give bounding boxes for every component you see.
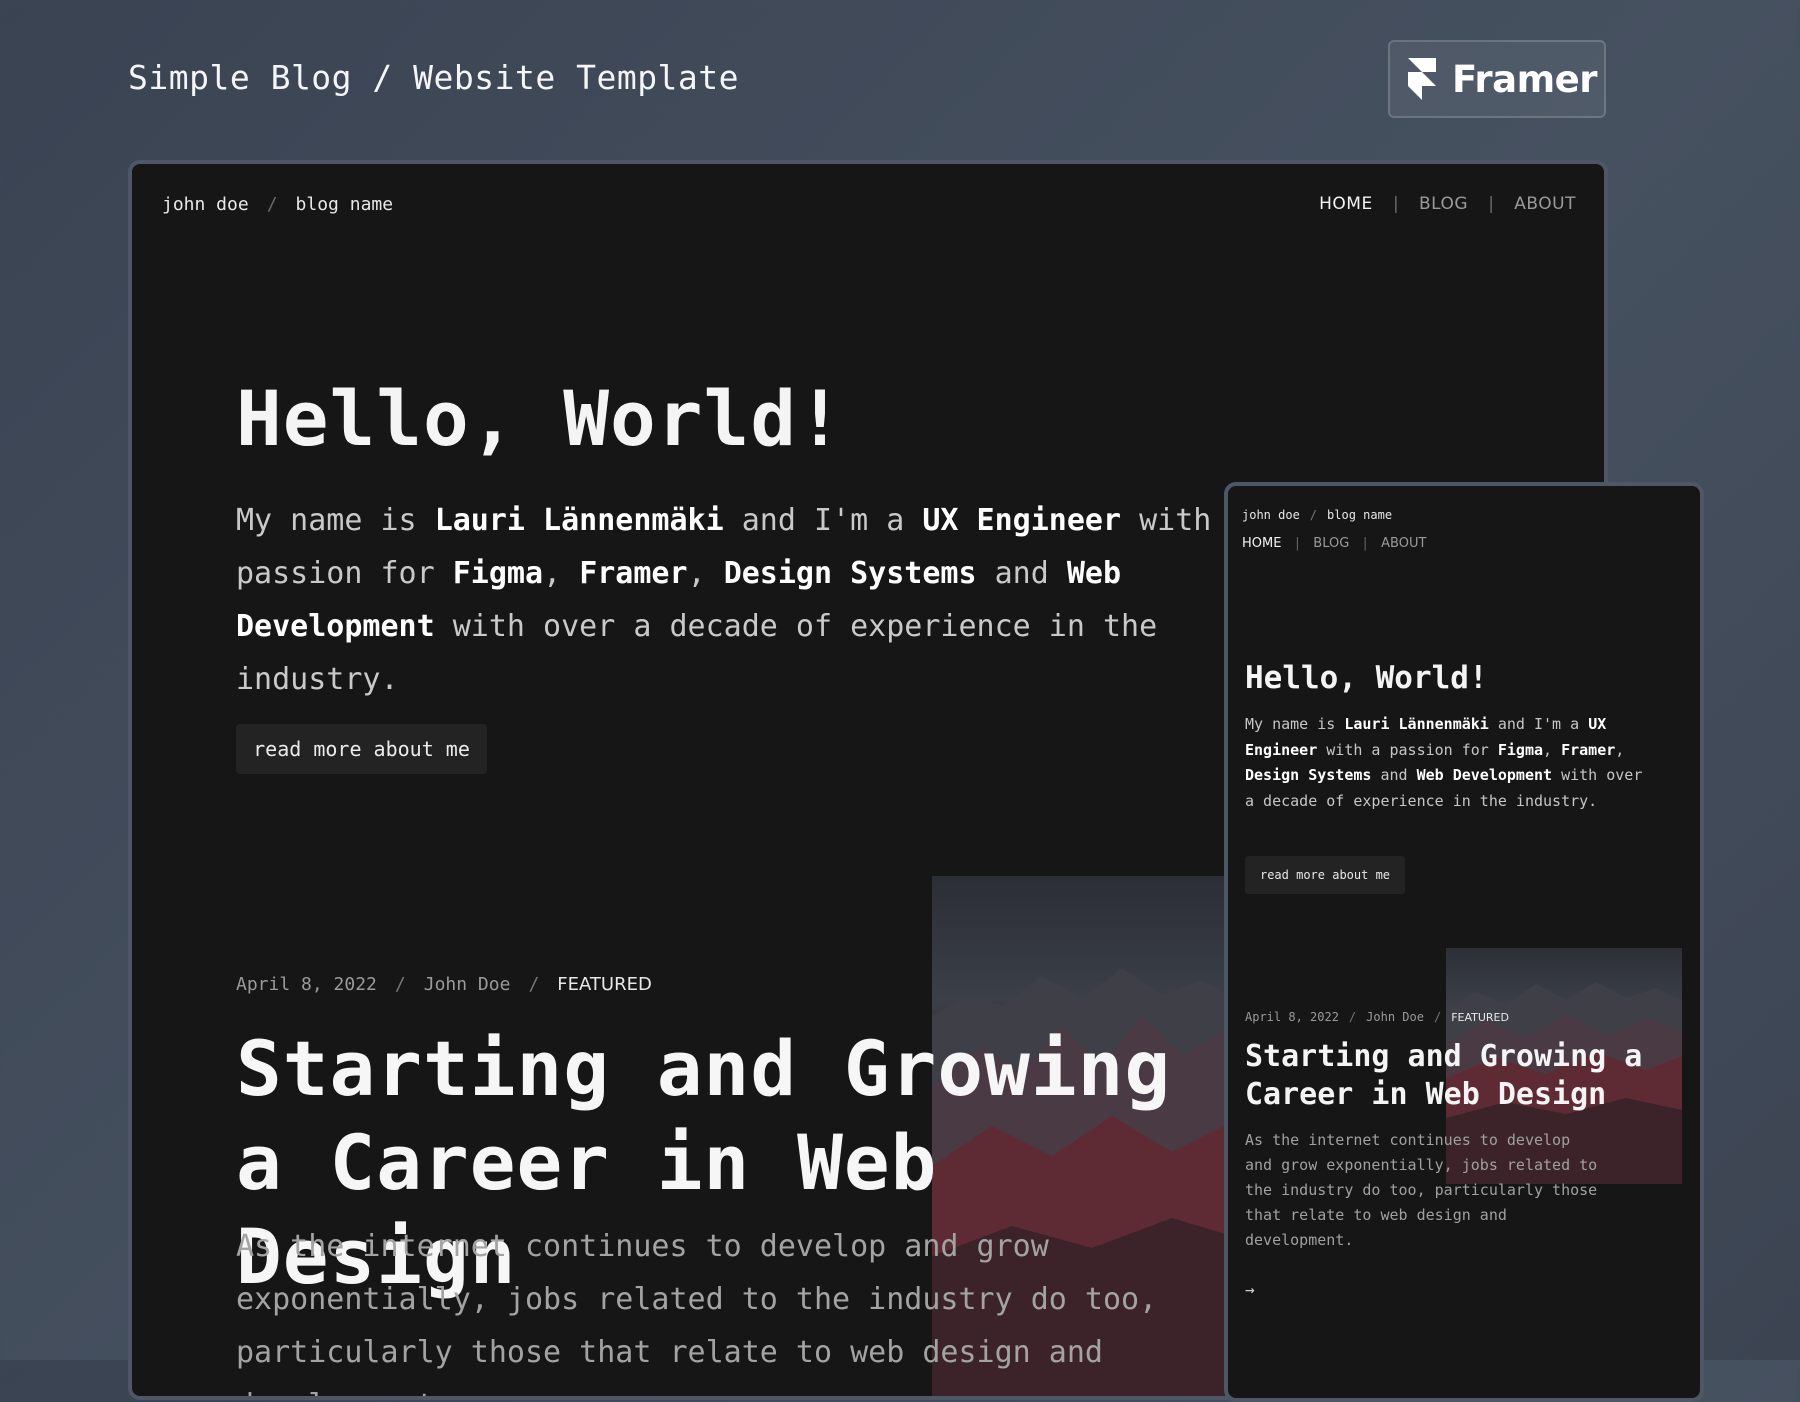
page-title: Simple Blog / Website Template xyxy=(128,58,740,97)
intro-skill: Figma xyxy=(452,556,544,591)
read-more-button[interactable]: read more about me xyxy=(1245,856,1405,894)
post-title[interactable]: Starting and Growing a Career in Web Des… xyxy=(1245,1038,1685,1114)
intro-role: UX Engineer xyxy=(922,503,1122,538)
post-date: April 8, 2022 xyxy=(236,974,377,995)
meta-separator: / xyxy=(1433,1010,1442,1024)
intro-text: , xyxy=(687,556,724,591)
nav-divider: | xyxy=(1390,194,1401,214)
intro-skill: Framer xyxy=(579,556,688,591)
hero-intro: My name is Lauri Lännenmäki and I'm a UX… xyxy=(1245,712,1645,814)
framer-wordmark: Framer xyxy=(1452,57,1598,101)
blog-name-link[interactable]: blog name xyxy=(1327,508,1392,522)
author-link[interactable]: john doe xyxy=(1242,508,1300,522)
arrow-right-icon[interactable]: → xyxy=(1245,1280,1255,1299)
intro-text: and xyxy=(976,556,1067,591)
post-author[interactable]: John Doe xyxy=(1366,1010,1424,1024)
meta-separator: / xyxy=(394,974,406,995)
read-more-button[interactable]: read more about me xyxy=(236,724,487,774)
post-meta: April 8, 2022 / John Doe / FEATURED xyxy=(1245,1010,1509,1024)
post-excerpt: As the internet continues to develop and… xyxy=(236,1229,1158,1396)
nav-divider: | xyxy=(1361,536,1370,551)
hero-intro: My name is Lauri Lännenmäki and I'm a UX… xyxy=(236,494,1276,706)
intro-name: Lauri Lännenmäki xyxy=(1344,715,1489,733)
intro-text: and I'm a xyxy=(723,503,923,538)
intro-skill: Web Development xyxy=(1416,766,1553,784)
intro-text: , xyxy=(1543,740,1562,759)
post-date: April 8, 2022 xyxy=(1245,1010,1339,1024)
intro-text: , xyxy=(1615,740,1625,759)
blog-name-link[interactable]: blog name xyxy=(296,194,394,215)
post-tag[interactable]: FEATURED xyxy=(557,974,652,995)
nav-divider: | xyxy=(1486,194,1497,214)
author-link[interactable]: john doe xyxy=(162,194,249,215)
intro-skill: Design Systems xyxy=(723,556,977,591)
nav-home[interactable]: HOME xyxy=(1319,194,1373,214)
intro-skill: Design Systems xyxy=(1245,766,1372,784)
nav-about[interactable]: ABOUT xyxy=(1381,536,1426,551)
intro-text: and I'm a xyxy=(1488,715,1589,733)
breadcrumb-separator: / xyxy=(1309,508,1318,522)
site-nav: HOME | BLOG | ABOUT xyxy=(1242,536,1426,551)
post-author[interactable]: John Doe xyxy=(424,974,511,995)
mobile-preview: john doe / blog name HOME | BLOG | ABOUT Hello… xyxy=(1224,482,1704,1402)
hero-title: Hello, World! xyxy=(1245,660,1488,696)
framer-badge[interactable]: Framer xyxy=(1388,40,1606,118)
framer-logo-icon xyxy=(1408,58,1436,100)
intro-text: My name is xyxy=(1245,715,1345,733)
post-meta: April 8, 2022 / John Doe / FEATURED xyxy=(236,974,652,995)
intro-text: My name is xyxy=(236,503,435,538)
breadcrumb-separator: / xyxy=(266,194,278,215)
site-nav: HOME | BLOG | ABOUT xyxy=(1319,194,1576,214)
nav-about[interactable]: ABOUT xyxy=(1514,194,1576,214)
intro-name: Lauri Lännenmäki xyxy=(434,503,724,538)
meta-separator: / xyxy=(1348,1010,1357,1024)
intro-text: with a passion for xyxy=(1317,740,1498,759)
intro-skill: Figma xyxy=(1497,740,1544,759)
nav-blog[interactable]: BLOG xyxy=(1313,536,1349,551)
site-breadcrumb: john doe / blog name xyxy=(162,194,393,215)
hero-title: Hello, World! xyxy=(236,374,844,463)
post-excerpt: As the internet continues to develop and… xyxy=(1245,1131,1598,1249)
nav-home[interactable]: HOME xyxy=(1242,536,1281,551)
post-tag[interactable]: FEATURED xyxy=(1451,1011,1509,1024)
intro-skill: Framer xyxy=(1561,740,1616,759)
nav-blog[interactable]: BLOG xyxy=(1419,194,1468,214)
intro-text: and xyxy=(1371,766,1417,784)
site-breadcrumb: john doe / blog name xyxy=(1242,508,1392,522)
nav-divider: | xyxy=(1293,536,1302,551)
intro-text: , xyxy=(543,556,580,591)
meta-separator: / xyxy=(528,974,540,995)
